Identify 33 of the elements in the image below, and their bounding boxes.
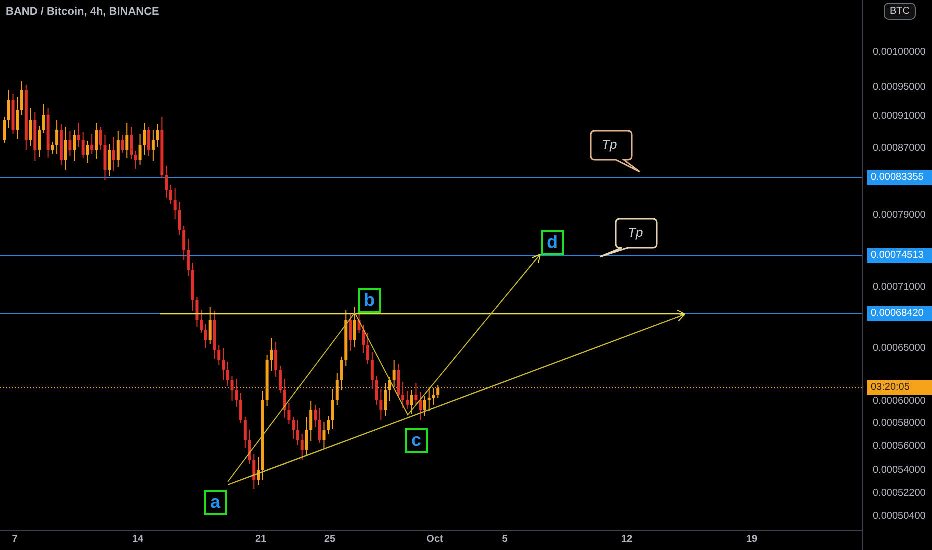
chart-title: BAND / Bitcoin, 4h, BINANCE bbox=[6, 5, 160, 20]
price-level-label: 0.00068420 bbox=[867, 306, 932, 321]
price-tick-label: 0.00054000 bbox=[873, 465, 926, 477]
time-tick-label: 19 bbox=[746, 534, 758, 546]
price-tick-label: 0.00060000 bbox=[873, 396, 926, 408]
speech-bubble: Tp bbox=[590, 130, 642, 174]
time-tick-label: 14 bbox=[132, 534, 144, 546]
wave-label: d bbox=[541, 230, 564, 255]
time-tick-label: 12 bbox=[621, 534, 633, 546]
wave-label: b bbox=[358, 288, 381, 313]
wave-label: a bbox=[204, 490, 227, 515]
price-tick-label: 0.00079000 bbox=[873, 210, 926, 222]
price-level-label: 0.00074513 bbox=[867, 248, 932, 263]
price-tick-label: 0.00052200 bbox=[873, 488, 926, 500]
speech-bubble: Tp bbox=[598, 218, 660, 260]
time-tick-label: 7 bbox=[12, 534, 18, 546]
time-tick-label: Oct bbox=[426, 534, 444, 546]
price-level-label: 0.00083355 bbox=[867, 170, 932, 185]
price-tick-label: 0.00065000 bbox=[873, 343, 926, 355]
price-tick-label: 0.00058000 bbox=[873, 418, 926, 430]
price-tick-label: 0.00087000 bbox=[873, 143, 926, 155]
countdown-label: 03:20:05 bbox=[867, 380, 932, 395]
time-tick-label: 21 bbox=[255, 534, 267, 546]
price-tick-label: 0.00100000 bbox=[873, 47, 926, 59]
price-tick-label: 0.00050400 bbox=[873, 511, 926, 523]
currency-badge[interactable]: BTC bbox=[884, 3, 916, 20]
time-tick-label: 5 bbox=[502, 534, 508, 546]
time-tick-label: 25 bbox=[324, 534, 336, 546]
price-tick-label: 0.00071000 bbox=[873, 282, 926, 294]
wave-label: c bbox=[405, 428, 428, 453]
price-tick-label: 0.00095000 bbox=[873, 82, 926, 94]
price-tick-label: 0.00056000 bbox=[873, 441, 926, 453]
price-tick-label: 0.00091000 bbox=[873, 111, 926, 123]
